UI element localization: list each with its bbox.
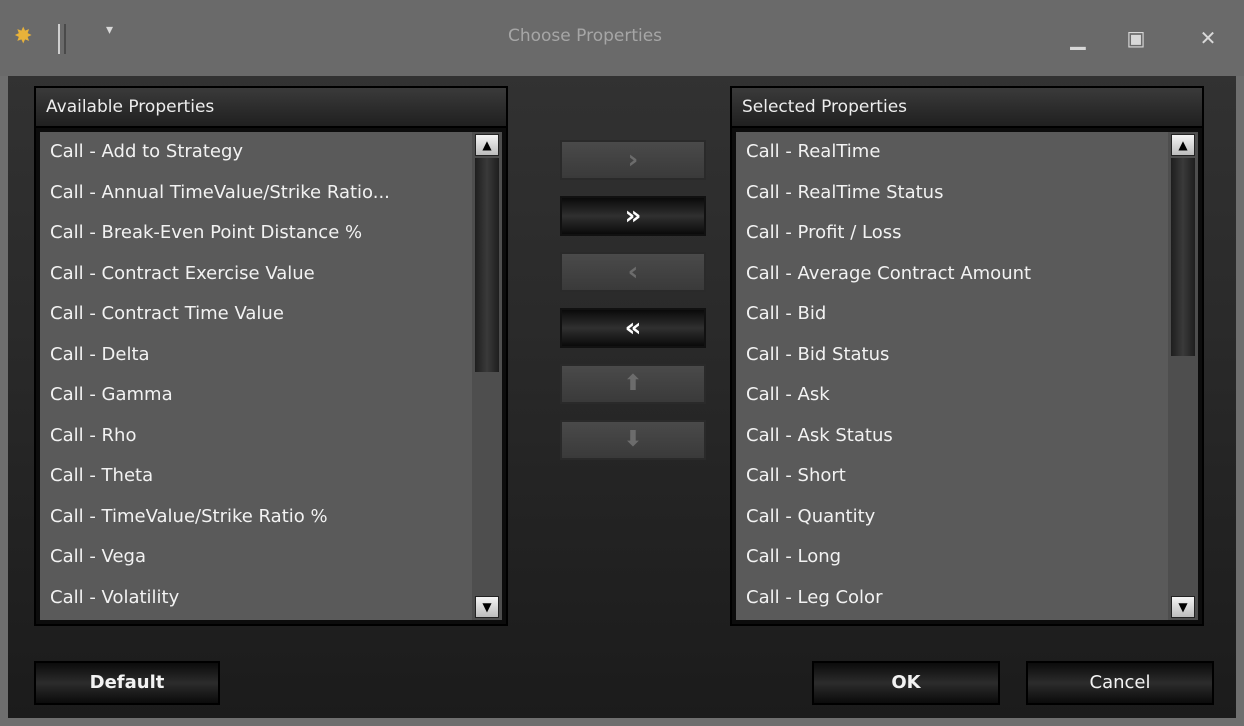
list-item[interactable]: Call - Theta: [40, 456, 472, 497]
list-item[interactable]: Call - Gamma: [40, 375, 472, 416]
list-item[interactable]: Call - Vega: [40, 537, 472, 578]
minimize-icon[interactable]: ▁: [1060, 20, 1096, 56]
selected-scrollbar[interactable]: ▲ ▼: [1168, 132, 1198, 620]
scroll-thumb[interactable]: [475, 158, 499, 372]
list-item[interactable]: Call - RealTime: [736, 132, 1168, 173]
selected-properties-header: Selected Properties: [732, 88, 1202, 128]
window-title: Choose Properties: [507, 26, 663, 46]
maximize-icon[interactable]: ▣: [1118, 20, 1154, 56]
list-item[interactable]: Call - Add to Strategy: [40, 132, 472, 173]
scroll-thumb[interactable]: [1171, 158, 1195, 356]
list-item[interactable]: Call - Rho: [40, 416, 472, 457]
list-item[interactable]: Call - Ask: [736, 375, 1168, 416]
list-item[interactable]: Call - Delta: [40, 335, 472, 376]
list-item[interactable]: Call - Average Contract Amount: [736, 254, 1168, 295]
list-item[interactable]: Call - RealTime Status: [736, 173, 1168, 214]
list-item[interactable]: Call - Contract Time Value: [40, 294, 472, 335]
available-properties-panel: Available Properties Call - Add to Strat…: [34, 86, 508, 626]
list-item[interactable]: Call - Contract Exercise Value: [40, 254, 472, 295]
choose-properties-dialog: ✸ ▾ Choose Properties ▁ ▣ ✕ Available Pr…: [0, 0, 1244, 726]
list-item[interactable]: Call - TimeValue/Strike Ratio %: [40, 497, 472, 538]
list-item[interactable]: Call - Volatility: [40, 578, 472, 619]
default-button[interactable]: Default: [34, 661, 220, 705]
title-bar[interactable]: ✸ ▾ Choose Properties ▁ ▣ ✕: [0, 0, 1244, 76]
move-up-button[interactable]: ⬆: [560, 364, 706, 404]
remove-all-button[interactable]: «: [560, 308, 706, 348]
add-one-button[interactable]: ›: [560, 140, 706, 180]
available-scrollbar[interactable]: ▲ ▼: [472, 132, 502, 620]
scroll-up-icon[interactable]: ▲: [1171, 134, 1195, 156]
available-properties-header: Available Properties: [36, 88, 506, 128]
scroll-up-icon[interactable]: ▲: [475, 134, 499, 156]
remove-one-button[interactable]: ‹: [560, 252, 706, 292]
list-item[interactable]: Call - Ask Status: [736, 416, 1168, 457]
list-item[interactable]: Call - Quantity: [736, 497, 1168, 538]
available-properties-list[interactable]: Call - Add to Strategy Call - Annual Tim…: [40, 132, 472, 620]
add-all-button[interactable]: »: [560, 196, 706, 236]
list-item[interactable]: Call - Bid: [736, 294, 1168, 335]
cancel-button[interactable]: Cancel: [1026, 661, 1214, 705]
scroll-down-icon[interactable]: ▼: [475, 596, 499, 618]
scroll-down-icon[interactable]: ▼: [1171, 596, 1195, 618]
list-item[interactable]: Call - Annual TimeValue/Strike Ratio...: [40, 173, 472, 214]
selected-properties-panel: Selected Properties Call - RealTime Call…: [730, 86, 1204, 626]
close-icon[interactable]: ✕: [1190, 20, 1226, 56]
list-item[interactable]: Call - Short: [736, 456, 1168, 497]
move-down-button[interactable]: ⬇: [560, 420, 706, 460]
list-item[interactable]: Call - Long: [736, 537, 1168, 578]
ok-button[interactable]: OK: [812, 661, 1000, 705]
list-item[interactable]: Call - Bid Status: [736, 335, 1168, 376]
list-item[interactable]: Call - Leg Color: [736, 578, 1168, 619]
selected-properties-list[interactable]: Call - RealTime Call - RealTime Status C…: [736, 132, 1168, 620]
list-item[interactable]: Call - Break-Even Point Distance %: [40, 213, 472, 254]
list-item[interactable]: Call - Profit / Loss: [736, 213, 1168, 254]
